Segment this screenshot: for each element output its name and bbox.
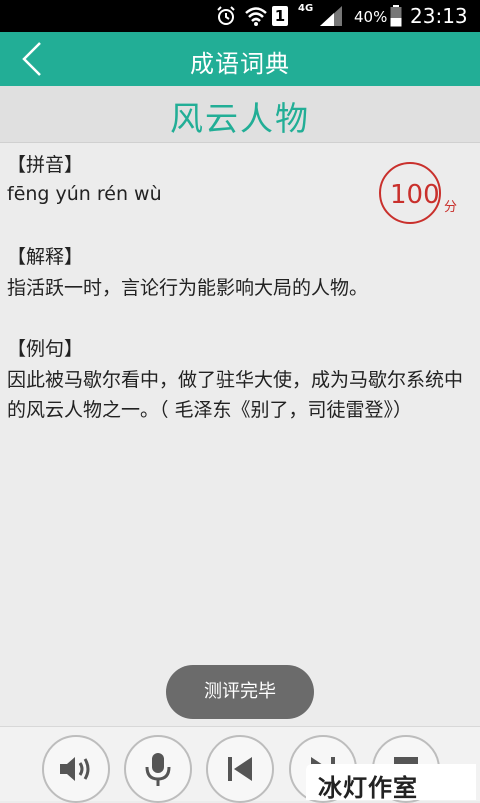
microphone-icon [145,753,171,786]
score-badge: 100 分 [379,162,457,224]
wifi-icon [245,7,267,26]
alarm-icon [217,6,235,25]
speaker-icon [60,757,90,781]
idiom-header: 风云人物 [0,86,480,143]
battery-percent: 40% [354,8,388,26]
explain-text: 指活跃一时，言论行为能影响大局的人物。 [7,277,369,299]
watermark-text: 冰灯作室 [318,774,418,802]
example-section: 【例句】 因此被马歇尔看中，做了驻华大使，成为马歇尔系统中的风云人物之一。（ 毛… [7,334,467,425]
explain-label: 【解释】 [7,246,84,268]
skip-previous-icon [228,757,252,781]
speaker-button[interactable] [42,735,110,803]
example-label: 【例句】 [7,338,84,360]
clock: 23:13 [410,4,468,28]
microphone-button[interactable] [124,735,192,803]
pinyin-label: 【拼音】 [7,154,84,176]
signal-icon [320,6,342,26]
battery-icon [390,5,402,27]
pinyin-section: 【拼音】 fēng yún rén wù [7,150,162,205]
network-type: 4G [298,3,314,14]
toast-message: 测评完毕 [166,665,314,719]
example-text: 因此被马歇尔看中，做了驻华大使，成为马歇尔系统中的风云人物之一。（ 毛泽东《别了… [7,369,464,421]
idiom-word: 风云人物 [170,99,310,138]
score-unit: 分 [444,200,458,215]
watermark: 冰灯作室 [306,764,476,802]
page-title: 成语词典 [190,50,290,78]
explain-section: 【解释】 指活跃一时，言论行为能影响大局的人物。 [7,242,368,303]
previous-button[interactable] [206,735,274,803]
score-value: 100 [390,180,440,210]
app-bar: 成语词典 [0,32,480,86]
sim-icon: 1 [272,6,288,26]
pinyin-text: fēng yún rén wù [7,183,162,205]
status-bar: 1 4G 40% 23:13 [0,0,480,32]
